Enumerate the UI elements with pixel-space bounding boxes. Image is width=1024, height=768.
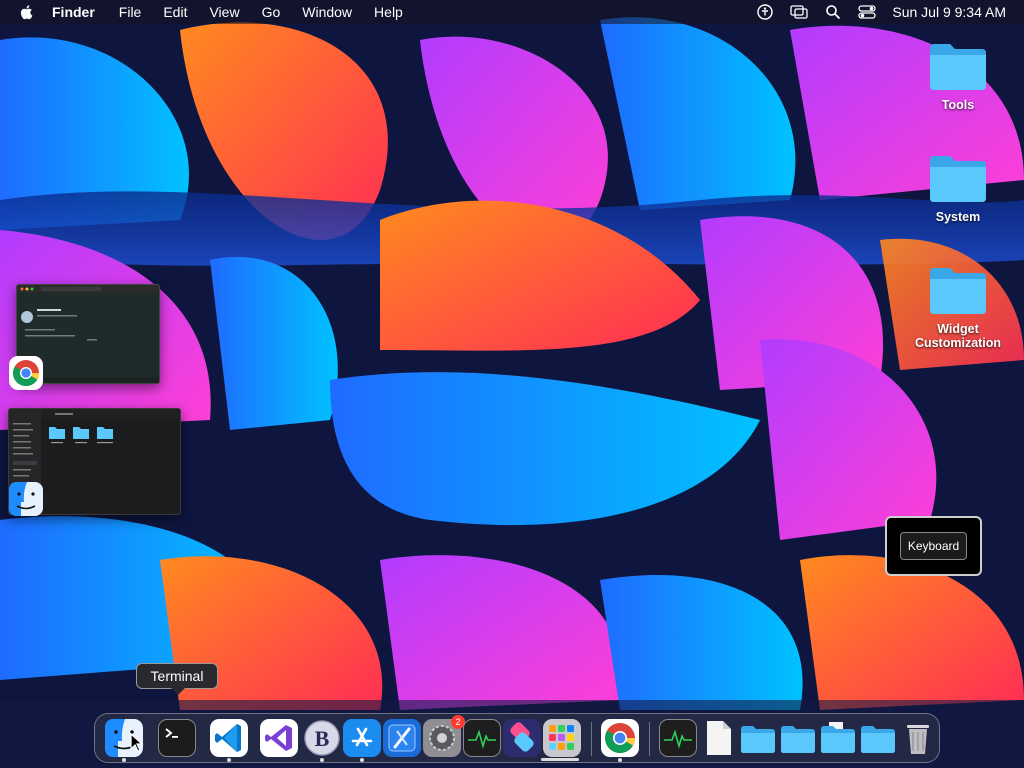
desktop-icon-label: System: [935, 210, 981, 224]
menu-help[interactable]: Help: [374, 0, 403, 24]
desktop-icon-label: Tools: [941, 98, 975, 112]
trash-icon: [907, 725, 929, 754]
vscode-icon: [215, 724, 241, 752]
terminal-icon: [165, 728, 178, 738]
running-indicator: [122, 758, 126, 762]
dock: B 2: [94, 713, 940, 763]
dock-item-launchpad[interactable]: [543, 719, 581, 757]
keyboard-hud: Keyboard: [885, 516, 982, 576]
desktop-folder-widget-customization[interactable]: Widget Customization: [908, 264, 1008, 350]
app-menu-finder[interactable]: Finder: [52, 0, 95, 24]
desktop-icon-label: Widget Customization: [914, 322, 1002, 350]
xcode-icon: [388, 724, 416, 752]
spotlight-search-icon[interactable]: [824, 3, 842, 21]
bbedit-icon: B: [304, 720, 340, 756]
menu-window[interactable]: Window: [302, 0, 352, 24]
menu-bar: Finder File Edit View Go Window Help Sun…: [0, 0, 1024, 24]
visual-studio-icon: [265, 725, 292, 751]
folder-icon: [741, 726, 775, 753]
menu-go[interactable]: Go: [262, 0, 281, 24]
running-indicator: [541, 758, 579, 761]
dock-item-folder-1[interactable]: [739, 719, 777, 757]
running-indicator: [618, 758, 622, 762]
chrome-icon[interactable]: [9, 356, 43, 390]
mouse-cursor-icon: [130, 733, 144, 752]
desktop-folder-tools[interactable]: Tools: [908, 40, 1008, 112]
svg-text:B: B: [315, 726, 330, 751]
dock-separator: [591, 722, 592, 756]
menu-edit[interactable]: Edit: [163, 0, 187, 24]
dock-item-document[interactable]: [699, 719, 737, 757]
dock-item-activity-monitor-recent[interactable]: [659, 719, 697, 757]
finder-icon[interactable]: [9, 482, 43, 516]
menu-file[interactable]: File: [119, 0, 142, 24]
dock-separator: [649, 722, 650, 756]
folder-icon: [930, 268, 986, 314]
menu-bar-clock[interactable]: Sun Jul 9 9:34 AM: [892, 4, 1006, 20]
dock-item-xcode[interactable]: [383, 719, 421, 757]
desktop-wallpaper: [0, 0, 1024, 768]
dock-item-app-store[interactable]: [343, 719, 381, 757]
activity-monitor-icon: [664, 729, 692, 749]
folder-icon: [781, 726, 815, 753]
running-indicator: [227, 758, 231, 762]
apple-menu-icon[interactable]: [18, 3, 36, 21]
dock-item-vscode[interactable]: [210, 719, 248, 757]
control-center-icon[interactable]: [858, 3, 877, 21]
document-icon: [707, 721, 731, 755]
dock-item-shortcuts[interactable]: [503, 719, 541, 757]
folder-icon: [930, 44, 986, 90]
running-indicator: [360, 758, 364, 762]
folder-icon: [930, 156, 986, 202]
screen-mirroring-icon[interactable]: [790, 3, 809, 21]
desktop-folder-system[interactable]: System: [908, 152, 1008, 224]
launchpad-icon: [549, 725, 574, 750]
dock-tooltip: Terminal: [136, 663, 218, 695]
dock-item-folder-2[interactable]: [779, 719, 817, 757]
menu-view[interactable]: View: [209, 0, 239, 24]
dock-item-folder-3[interactable]: [819, 719, 857, 757]
dock-item-bbedit[interactable]: B: [303, 719, 341, 757]
dock-item-folder-4[interactable]: [859, 719, 897, 757]
shortcuts-icon: [510, 722, 534, 752]
accessibility-icon[interactable]: [756, 3, 774, 21]
keyboard-button[interactable]: Keyboard: [899, 532, 968, 560]
running-indicator: [320, 758, 324, 762]
folder-icon: [861, 726, 895, 753]
folder-icon: [821, 722, 855, 753]
activity-monitor-icon: [468, 729, 496, 749]
app-store-icon: [351, 727, 373, 747]
dock-item-chrome[interactable]: [601, 719, 639, 757]
dock-item-terminal[interactable]: [158, 719, 196, 757]
dock-item-activity-monitor[interactable]: [463, 719, 501, 757]
dock-item-visual-studio[interactable]: [260, 719, 298, 757]
chrome-icon: [605, 723, 635, 754]
dock-item-trash[interactable]: [899, 719, 937, 757]
dock-item-system-settings[interactable]: 2: [423, 715, 465, 757]
